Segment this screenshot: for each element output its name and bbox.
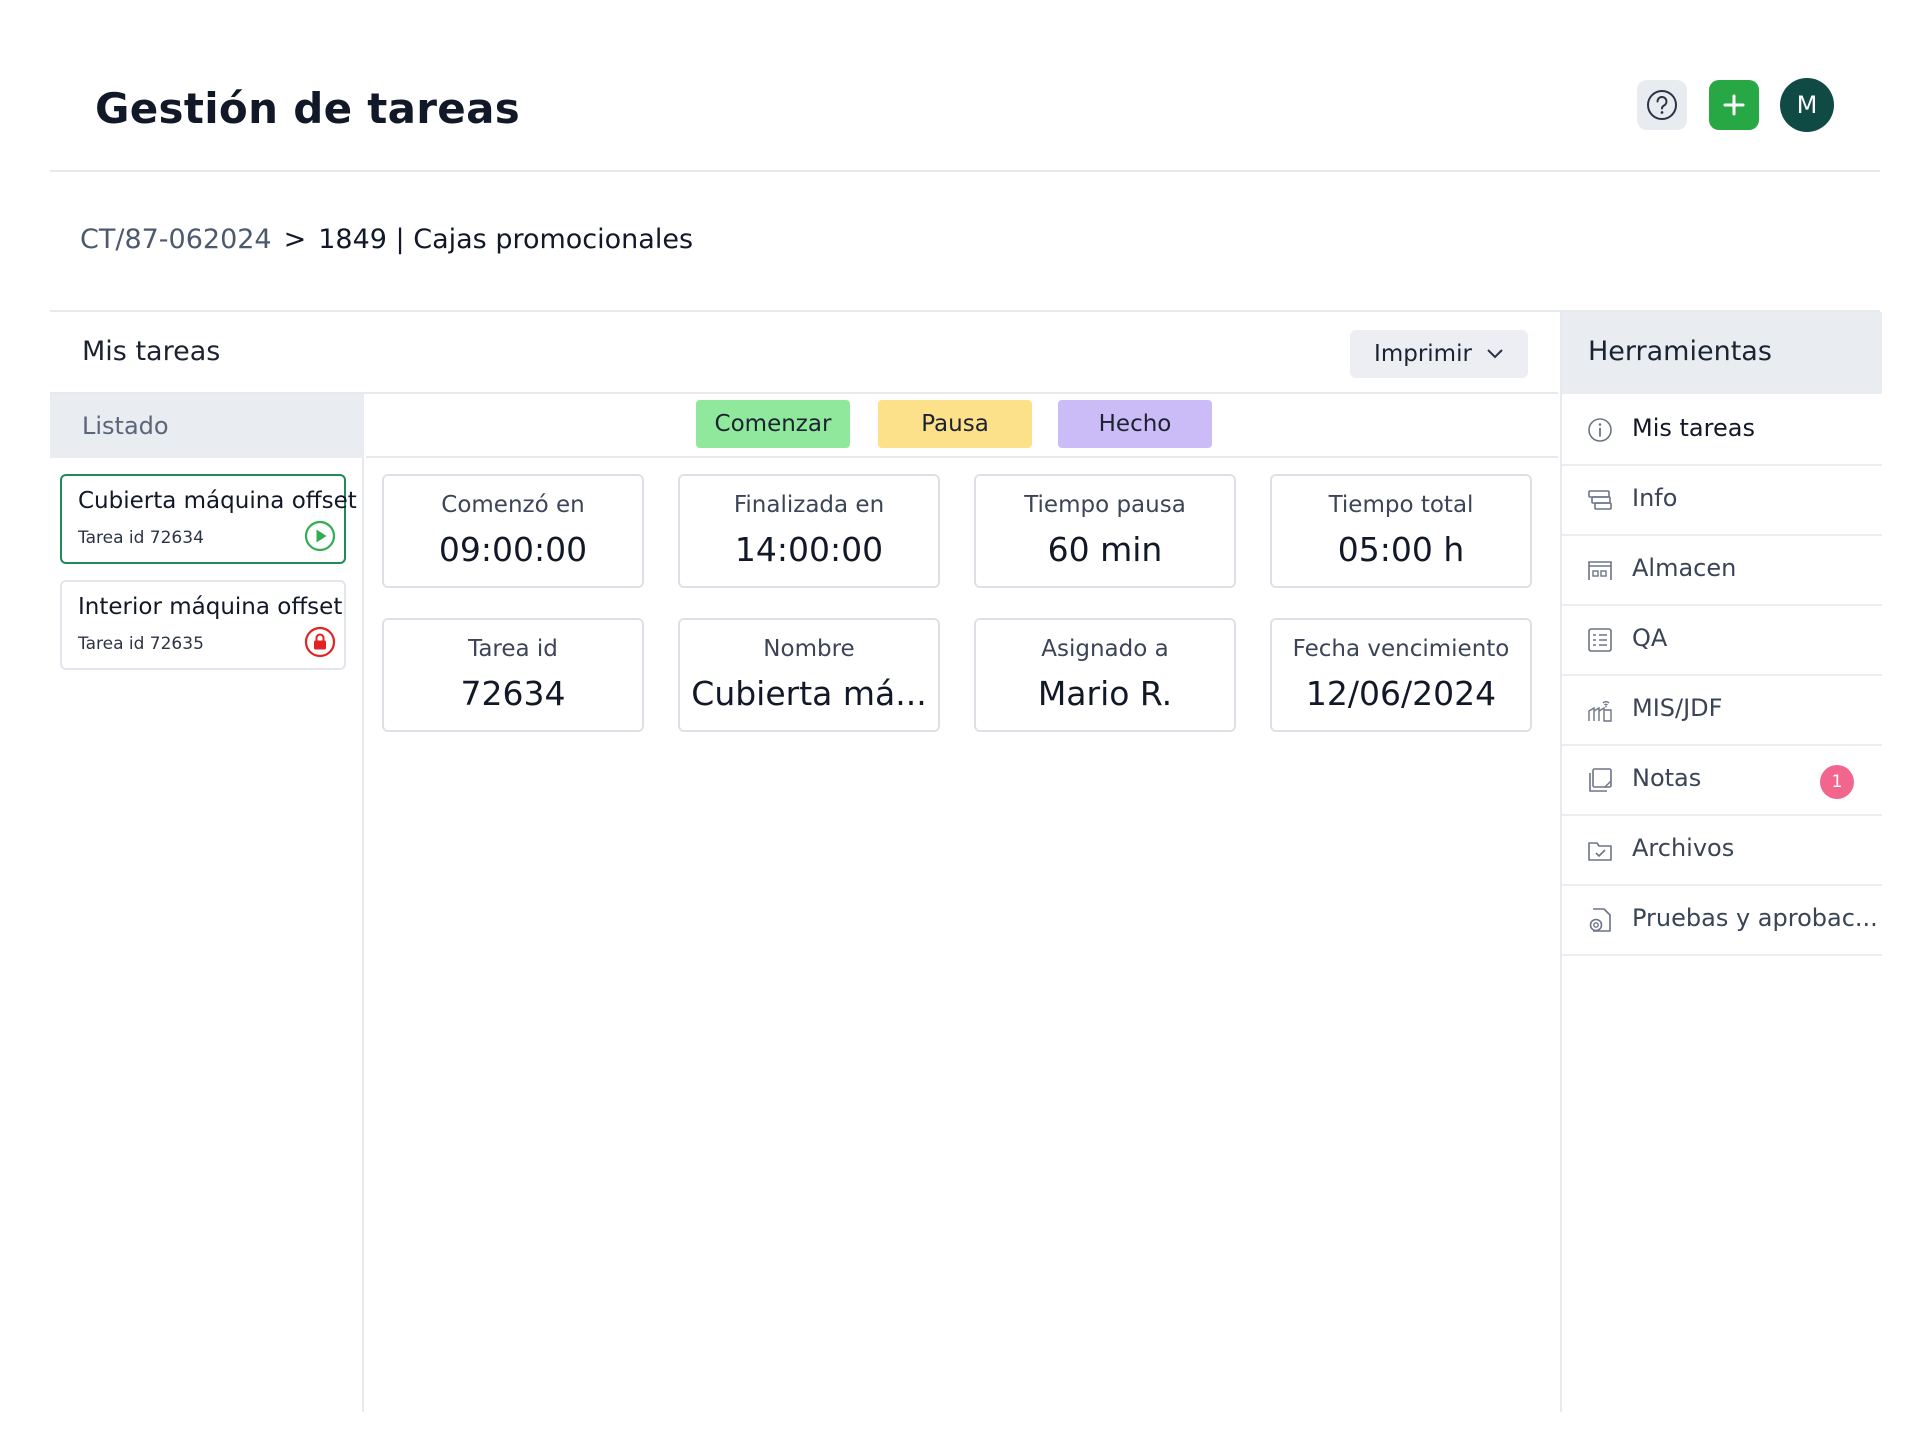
section-title: Mis tareas [82, 336, 221, 367]
breadcrumb: CT/87-062024 > 1849 | Cajas promocionale… [80, 224, 693, 255]
chevron-down-icon [1487, 349, 1503, 359]
card-stack-icon [1588, 490, 1612, 510]
stat-value: 09:00:00 [438, 530, 588, 569]
tool-label: Pruebas y aprobac... [1632, 904, 1878, 932]
tools-header: Herramientas [1562, 312, 1882, 394]
tool-item-notes[interactable]: Notas 1 [1562, 746, 1882, 816]
tool-label: Almacen [1632, 554, 1737, 582]
tool-item-warehouse[interactable]: Almacen [1562, 536, 1882, 606]
stat-card-due-date: Fecha vencimiento 12/06/2024 [1270, 618, 1532, 732]
task-id: Tarea id 72635 [78, 634, 204, 654]
stat-label: Finalizada en [733, 492, 885, 518]
task-name: Cubierta máquina offset [78, 488, 357, 514]
stat-label: Tiempo total [1328, 492, 1474, 518]
stat-card-task-id: Tarea id 72634 [382, 618, 644, 732]
page-title: Gestión de tareas [95, 84, 521, 133]
stat-value: Cubierta má... [691, 674, 927, 713]
breadcrumb-current: 1849 | Cajas promocionales [318, 224, 694, 255]
tool-label: Mis tareas [1632, 414, 1755, 442]
task-list: Listado Cubierta máquina offset Tarea id… [50, 394, 364, 1412]
play-icon[interactable] [304, 520, 336, 552]
stat-label: Tarea id [468, 636, 558, 662]
print-dropdown-button[interactable]: Imprimir [1350, 330, 1528, 378]
main-panel: Mis tareas Imprimir Listado Cubierta máq… [50, 310, 1882, 1412]
tool-label: QA [1632, 624, 1668, 652]
network-icon [1588, 701, 1612, 722]
avatar[interactable]: M [1780, 78, 1834, 132]
plus-icon [1723, 94, 1745, 116]
stat-value: Mario R. [1037, 674, 1173, 713]
task-card[interactable]: Interior máquina offset Tarea id 72635 [60, 580, 346, 670]
breadcrumb-separator: > [283, 224, 307, 255]
task-card-active[interactable]: Cubierta máquina offset Tarea id 72634 [60, 474, 357, 564]
stat-card-pause-time: Tiempo pausa 60 min [974, 474, 1236, 588]
stat-label: Comenzó en [441, 492, 585, 518]
stat-card-start-time: Comenzó en 09:00:00 [382, 474, 644, 588]
lock-icon[interactable] [304, 626, 336, 658]
tool-item-my-tasks[interactable]: Mis tareas [1562, 396, 1882, 466]
main-header: Mis tareas Imprimir [50, 312, 1558, 394]
breadcrumb-root-link[interactable]: CT/87-062024 [80, 224, 272, 255]
tool-label: Notas [1632, 764, 1702, 792]
tool-item-qa[interactable]: QA [1562, 606, 1882, 676]
task-management-app: Gestión de tareas M CT/87-062024 > 1849 … [0, 0, 1920, 1440]
stat-card-total-time: Tiempo total 05:00 h [1270, 474, 1532, 588]
question-circle-icon [1647, 90, 1677, 120]
list-header: Listado [50, 394, 364, 458]
stat-label: Asignado a [1041, 636, 1169, 662]
notification-badge: 1 [1820, 765, 1854, 799]
stat-label: Fecha vencimiento [1292, 636, 1510, 662]
proof-document-icon [1589, 908, 1611, 932]
add-button[interactable] [1709, 80, 1759, 130]
task-name: Interior máquina offset [78, 594, 343, 620]
notes-icon [1589, 768, 1612, 792]
tools-header-label: Herramientas [1588, 336, 1772, 367]
tool-item-info[interactable]: Info [1562, 466, 1882, 536]
task-id: Tarea id 72634 [78, 528, 204, 548]
stat-label: Nombre [763, 636, 855, 662]
tool-item-files[interactable]: Archivos [1562, 816, 1882, 886]
tool-item-mis-jdf[interactable]: MIS/JDF [1562, 676, 1882, 746]
stat-label: Tiempo pausa [1024, 492, 1186, 518]
task-detail: Comenzar Pausa Hecho Comenzó en 09:00:00… [366, 394, 1558, 1412]
pause-button[interactable]: Pausa [878, 400, 1032, 448]
help-button[interactable] [1637, 80, 1687, 130]
stat-value: 12/06/2024 [1305, 674, 1497, 713]
app-header: Gestión de tareas M [50, 0, 1880, 172]
tool-label: Info [1632, 484, 1678, 512]
start-button[interactable]: Comenzar [696, 400, 850, 448]
tool-item-proofs[interactable]: Pruebas y aprobac... [1562, 886, 1882, 956]
folder-check-icon [1588, 842, 1612, 861]
tool-label: MIS/JDF [1632, 694, 1723, 722]
stat-value: 14:00:00 [734, 530, 884, 569]
tool-label: Archivos [1632, 834, 1735, 862]
stat-value: 72634 [460, 674, 566, 713]
warehouse-icon [1588, 561, 1612, 580]
done-button[interactable]: Hecho [1058, 400, 1212, 448]
action-bar: Comenzar Pausa Hecho [366, 394, 1558, 458]
stat-card-end-time: Finalizada en 14:00:00 [678, 474, 940, 588]
stat-card-name: Nombre Cubierta má... [678, 618, 940, 732]
list-header-label: Listado [82, 412, 169, 440]
print-label: Imprimir [1374, 341, 1472, 367]
tools-sidebar: Herramientas Mis tareas Info Almacen QA … [1560, 312, 1882, 1412]
checklist-icon [1588, 628, 1612, 652]
stat-value: 05:00 h [1337, 530, 1465, 569]
info-circle-icon [1588, 418, 1612, 442]
stat-value: 60 min [1047, 530, 1163, 569]
stat-card-assignee: Asignado a Mario R. [974, 618, 1236, 732]
